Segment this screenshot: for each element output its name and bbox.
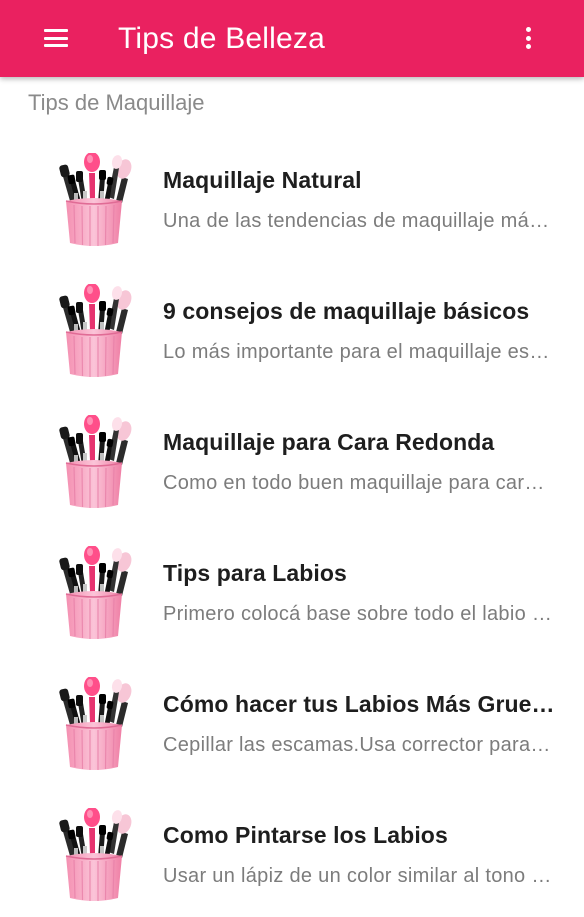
list-item[interactable]: Maquillaje Natural Una de las tendencias… xyxy=(0,131,584,262)
app-bar: Tips de Belleza xyxy=(0,0,584,77)
hamburger-menu-icon xyxy=(44,29,68,47)
item-description: Primero colocá base sobre todo el labio … xyxy=(163,603,555,625)
item-title: Maquillaje para Cara Redonda xyxy=(163,429,495,455)
makeup-brushes-icon xyxy=(57,677,132,771)
item-title: Cómo hacer tus Labios Más Grueso xyxy=(163,691,555,717)
makeup-brushes-icon xyxy=(57,415,132,509)
item-title: Tips para Labios xyxy=(163,560,347,586)
list-item[interactable]: 9 consejos de maquillaje básicos Lo más … xyxy=(0,262,584,393)
tips-list: Maquillaje Natural Una de las tendencias… xyxy=(0,131,584,917)
list-item[interactable]: Como Pintarse los Labios Usar un lápiz d… xyxy=(0,786,584,917)
item-title: 9 consejos de maquillaje básicos xyxy=(163,298,530,324)
list-item[interactable]: Tips para Labios Primero colocá base sob… xyxy=(0,524,584,655)
section-header: Tips de Maquillaje xyxy=(28,90,205,115)
item-description: Cepillar las escamas.Usa corrector para … xyxy=(163,734,555,756)
overflow-menu-button[interactable] xyxy=(514,16,544,60)
list-item[interactable]: Maquillaje para Cara Redonda Como en tod… xyxy=(0,393,584,524)
app-title: Tips de Belleza xyxy=(118,22,325,55)
makeup-brushes-icon xyxy=(57,808,132,902)
item-title: Como Pintarse los Labios xyxy=(163,822,448,848)
more-vert-icon xyxy=(526,27,532,49)
item-title: Maquillaje Natural xyxy=(163,167,362,193)
makeup-brushes-icon xyxy=(57,153,132,247)
makeup-brushes-icon xyxy=(57,284,132,378)
makeup-brushes-icon xyxy=(57,546,132,640)
item-description: Una de las tendencias de maquillaje más … xyxy=(163,210,555,232)
item-description: Como en todo buen maquillaje para cara r… xyxy=(163,472,555,494)
list-item[interactable]: Cómo hacer tus Labios Más Grueso Cepilla… xyxy=(0,655,584,786)
item-description: Usar un lápiz de un color similar al ton… xyxy=(163,865,555,887)
item-description: Lo más importante para el maquillaje es … xyxy=(163,341,555,363)
menu-button[interactable] xyxy=(30,16,82,60)
